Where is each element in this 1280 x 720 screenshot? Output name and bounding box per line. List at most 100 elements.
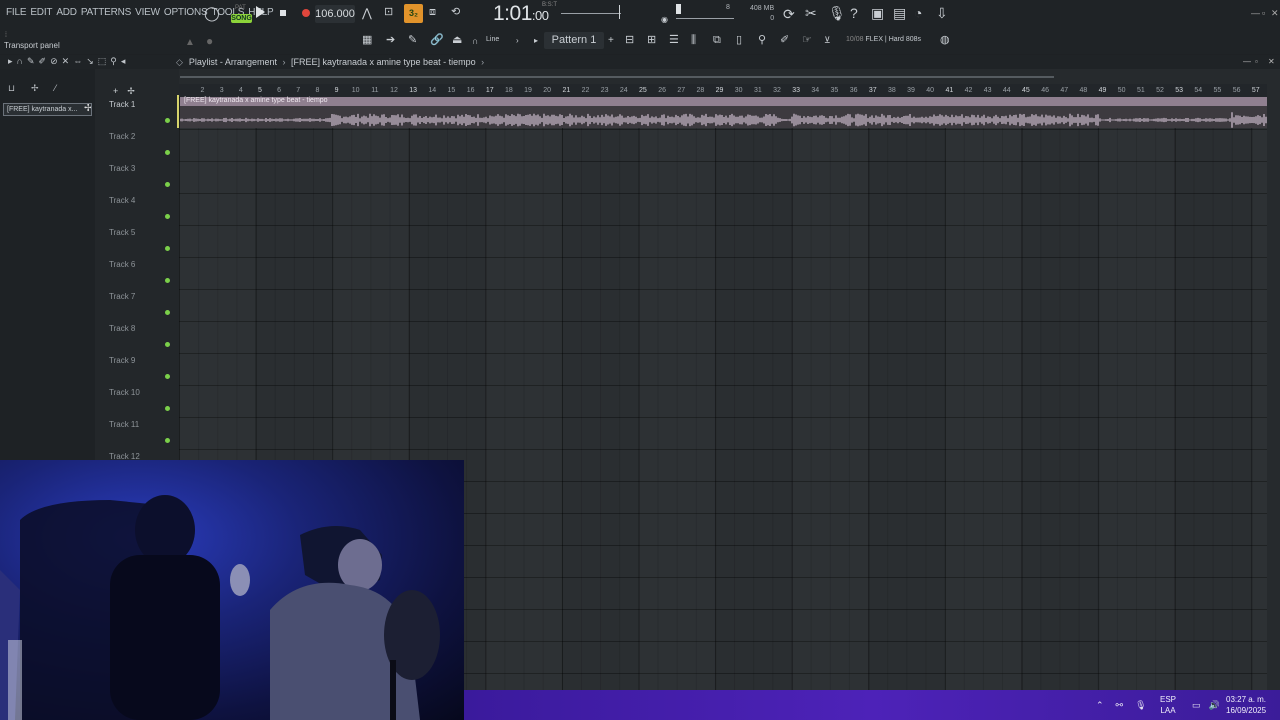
playlist-restore-icon[interactable]: ▫ [1255,57,1258,66]
track-label[interactable]: Track 4 [109,196,135,205]
track-enable-dot[interactable] [165,406,170,411]
track-enable-dot[interactable] [165,246,170,251]
restore-icon[interactable]: ▫ [1262,8,1265,18]
magnet-icon[interactable]: ∩ [472,37,478,46]
menu-patterns[interactable]: PATTERNS [79,7,133,18]
render-icon[interactable]: ▤ [893,6,906,20]
cart-icon[interactable]: ⊻ [824,36,831,45]
song-mode-button[interactable]: SONG [231,14,252,23]
pencil-icon[interactable]: ✎ [27,56,39,66]
slip-icon[interactable]: ⇔ [73,56,86,66]
playlist-icon[interactable]: ⊟ [625,35,634,46]
download-icon[interactable]: ⇩ [936,6,948,20]
mixer-icon[interactable]: ⫼ [691,35,696,46]
knob-icon[interactable]: ● [206,35,213,47]
master-volume-slider[interactable] [561,13,621,14]
clip-lock-icon[interactable]: ⊔ [8,83,31,93]
brush-icon[interactable]: ✐ [780,35,789,46]
nudge-icon[interactable]: ▲ [185,38,195,48]
wait-icon[interactable]: ⊡ [384,7,393,18]
menu-add[interactable]: ADD [54,7,79,18]
plugin-icon[interactable]: ⚲ [758,35,766,46]
track-enable-dot[interactable] [165,310,170,315]
metronome-icon[interactable]: ⋀ [362,7,372,19]
arrow-icon[interactable]: ➔ [386,35,395,46]
clip-move-icon[interactable]: ✢ [31,83,55,93]
network-off-icon[interactable]: ⚯ [1116,700,1124,711]
pattern-prev-icon[interactable]: ▸ [534,37,538,45]
pattern-selector[interactable]: Pattern 1 [544,32,604,49]
track-enable-dot[interactable] [165,374,170,379]
track-enable-dot[interactable] [165,182,170,187]
track-enable-dot[interactable] [165,118,170,123]
file-icon[interactable]: ▯ [736,35,742,46]
step-seq-icon[interactable]: ⊞ [647,35,656,46]
track-label[interactable]: Track 3 [109,164,135,173]
mic-tray-icon[interactable]: 🎙 [1135,700,1146,711]
track-label[interactable]: Track 9 [109,356,135,365]
play-button[interactable] [256,6,265,18]
undo-icon[interactable]: ⟳ [783,7,795,21]
timeline-ruler[interactable]: 2 3 4 5 6 7 8 9 10 11 12 13 14 15 16 17 18 19 20 21 22 23 24 25… [179,84,1267,97]
track-label[interactable]: Track 6 [109,260,135,269]
menu-file[interactable]: FILE [4,7,28,18]
add-track-icon[interactable]: + [113,86,127,96]
playhead-marker[interactable] [177,95,181,128]
countdown-icon[interactable]: ⧈ [429,7,436,18]
globe-icon[interactable]: ◍ [940,35,950,46]
piano-roll-icon[interactable]: ▦ [362,35,372,46]
menu-options[interactable]: OPTIONS [162,7,210,18]
mic-icon[interactable]: 🎙 [828,6,846,20]
chat-icon[interactable]: ◔ [914,6,922,20]
snap-select[interactable]: Line [486,36,499,43]
menu-edit[interactable]: EDIT [28,7,54,18]
flex-preset[interactable]: 10/08 FLEX | Hard 808s [846,36,921,43]
select-icon[interactable]: ⬚ [98,56,111,66]
channel-rack-icon[interactable]: ☰ [669,35,679,46]
loop-record-icon[interactable]: ⟲ [451,7,460,18]
track-enable-dot[interactable] [165,278,170,283]
audio-clip-source[interactable]: [FREE] kaytranada x... ✢ [3,103,92,116]
clip-slash-icon[interactable]: ⁄ [55,83,73,93]
delete-icon[interactable]: ⊘ [50,56,62,66]
move-track-icon[interactable]: ✢ [127,86,144,96]
save-icon[interactable]: ▣ [871,6,884,20]
snap-arrow-icon[interactable]: › [516,37,519,45]
magnet-snap-icon[interactable]: ∩ [17,56,27,66]
track-label[interactable]: Track 11 [109,420,139,429]
track-enable-dot[interactable] [165,214,170,219]
track-label[interactable]: Track 7 [109,292,135,301]
collapse-icon[interactable]: ◇ [176,57,183,67]
language-indicator[interactable]: ESP LAA [1160,694,1176,716]
menu-view[interactable]: VIEW [133,7,162,18]
tempo-display[interactable]: 106.000 [315,5,355,23]
slice-icon[interactable]: ↘ [86,56,98,66]
master-pitch-handle[interactable] [676,4,681,14]
close-icon[interactable]: ✕ [1271,8,1279,19]
stop-button[interactable] [280,10,286,16]
options-arrow-icon[interactable]: ▸ [8,56,17,66]
show-hidden-icons-icon[interactable]: ⌃ [1096,700,1104,711]
horizontal-scrollbar[interactable] [180,76,1054,78]
track-label[interactable]: Track 10 [109,388,140,397]
track-enable-dot[interactable] [165,150,170,155]
mute-icon[interactable]: ✕ [62,56,74,66]
pencil-tool-icon[interactable]: ✎ [408,35,417,46]
zoom-icon[interactable]: ⚲ [110,56,121,66]
breadcrumb-arrow-icon[interactable]: › [481,57,484,67]
volume-icon[interactable]: 🔊 [1209,700,1220,711]
stamp-icon[interactable]: ⏏ [452,35,462,46]
loop-icon[interactable]: ◯ [204,6,220,20]
master-volume-handle[interactable] [619,5,620,19]
master-pitch-slider[interactable] [676,18,734,19]
track-label[interactable]: Track 2 [109,132,135,141]
playlist-close-icon[interactable]: ✕ [1268,57,1275,66]
track-label[interactable]: Track 5 [109,228,135,237]
playlist-minimize-icon[interactable]: — [1243,57,1251,66]
minimize-icon[interactable]: — [1251,8,1260,18]
add-clip-icon[interactable]: ✢ [84,104,91,114]
record-button[interactable] [302,9,310,17]
step-edit-toggle[interactable]: 3₂ [404,4,423,23]
track-label[interactable]: Track 1 [109,100,135,109]
brush-icon[interactable]: ✐ [39,56,51,66]
